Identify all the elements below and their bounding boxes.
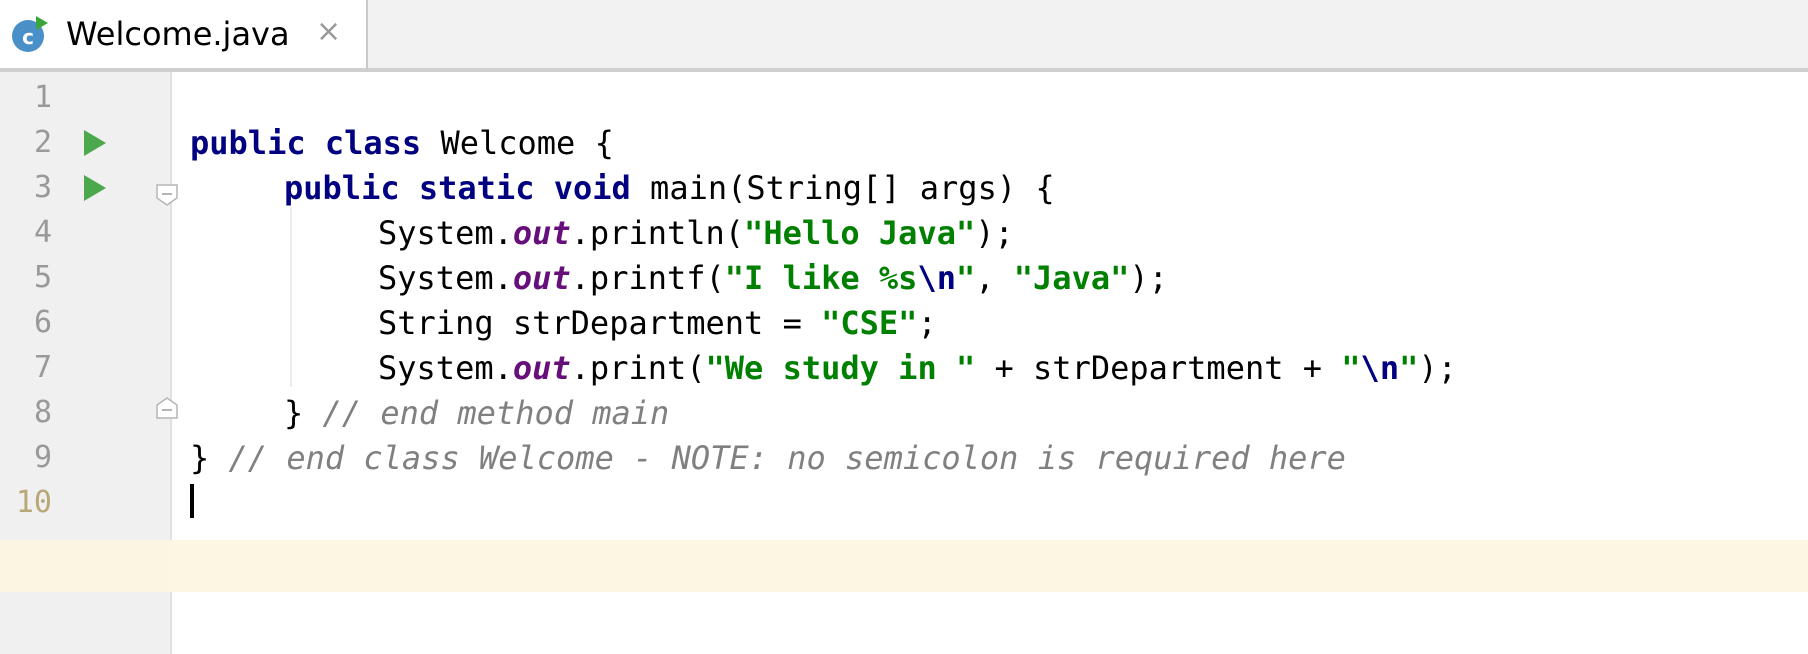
code-text: .printf( [570,259,725,297]
escape-sequence: \n [1360,349,1400,387]
field-ref: out [512,259,571,297]
fold-end-icon[interactable] [156,397,178,419]
string-literal: " [955,259,976,297]
code-text: .print( [570,349,706,387]
keyword: public class [190,124,422,162]
class-icon-letter: c [22,25,34,49]
text-caret [190,484,194,518]
code-text: Welcome { [421,124,614,162]
current-line-highlight [0,540,1808,592]
code-text: System. [378,214,513,252]
string-literal: "Hello Java" [744,214,976,252]
string-literal: "Java" [1013,259,1130,297]
string-literal: " [1341,349,1361,387]
code-text: ); [1129,259,1168,297]
code-editor[interactable]: 1 2 3 4 5 6 7 8 9 10 public class Welcom… [0,72,1808,654]
code-text: String strDepartment = [378,304,822,342]
tab-bar: c Welcome.java × [0,0,1808,72]
string-literal: " [1399,349,1419,387]
code-text: } [190,439,229,477]
code-text: System. [378,349,513,387]
code-line-9: } // end class Welcome - NOTE: no semico… [190,432,1346,484]
line-number-current: 10 [15,485,52,520]
field-ref: out [512,214,571,252]
java-class-icon: c [12,16,48,52]
field-ref: out [512,349,571,387]
comment: // end class Welcome - NOTE: no semicolo… [228,439,1346,477]
comment: // end method main [322,394,670,432]
tab-title: Welcome.java [66,15,290,53]
code-text: + strDepartment + [975,349,1342,387]
code-text: } [284,394,323,432]
string-literal: "We study in " [705,349,976,387]
code-text: , [975,259,1014,297]
escape-sequence: \n [917,259,956,297]
string-literal: "CSE" [821,304,918,342]
code-text: ); [975,214,1014,252]
run-main-icon[interactable] [84,175,106,201]
close-icon[interactable]: × [316,12,341,52]
editor-window: c Welcome.java × 1 2 3 4 5 6 7 8 9 10 pu… [0,0,1808,654]
code-text: ); [1418,349,1457,387]
current-line-gutter-highlight [0,540,170,592]
keyword: public static void [284,169,631,207]
run-class-icon[interactable] [84,130,106,156]
indent-guide [290,207,292,387]
tab-welcome-java[interactable]: c Welcome.java × [0,0,368,68]
code-text: main(String[] args) { [630,169,1055,207]
string-literal: "I like %s [724,259,918,297]
code-text: .println( [570,214,745,252]
code-text: System. [378,259,513,297]
fold-collapse-icon[interactable] [156,184,178,206]
code-text: ; [917,304,937,342]
